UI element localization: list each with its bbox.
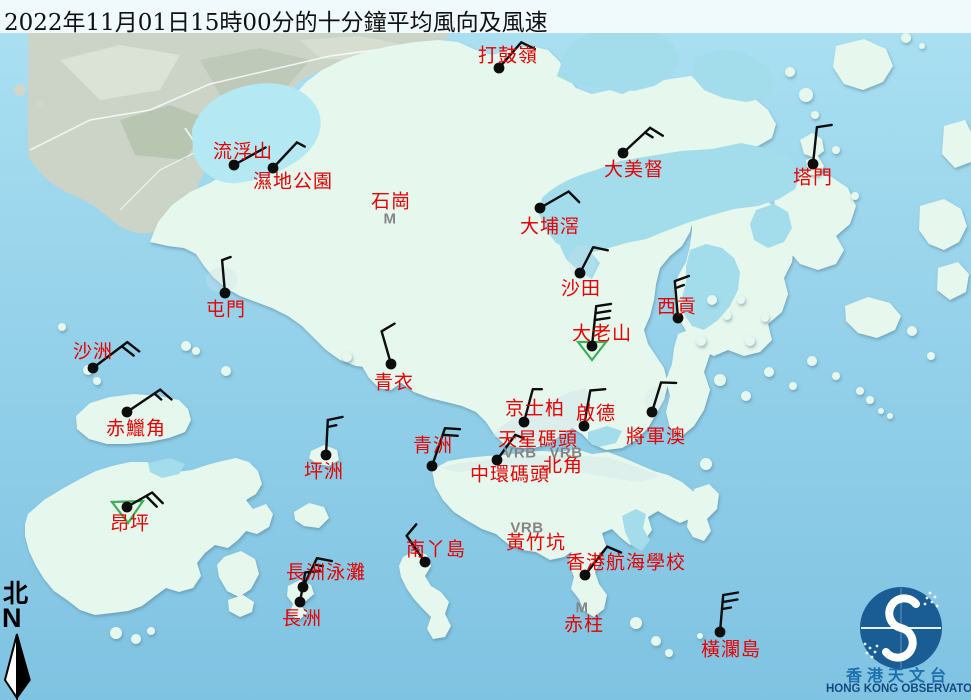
station-dot	[647, 407, 658, 418]
station-dot	[268, 163, 279, 174]
map-title: 2022年11月01日15時00分的十分鐘平均風向及風速	[4, 3, 548, 37]
north-label-en: N	[2, 605, 22, 632]
station-dot	[122, 502, 133, 513]
station-dot	[122, 407, 133, 418]
station-dot	[427, 461, 438, 472]
station-dot	[535, 203, 546, 214]
hko-name-en: HONG KONG OBSERVATORY	[826, 684, 971, 696]
station-dot	[88, 363, 99, 374]
hko-logo: 香港天文台 HONG KONG OBSERVATORY	[826, 583, 971, 700]
station-dot	[494, 63, 505, 74]
weather-wind-map: 打鼓嶺流浮山濕地公園大美督塔門石崗M大埔滘沙田屯門西貢大老山沙洲青衣赤鱲角京士柏…	[0, 0, 971, 700]
title-bar: 2022年11月01日15時00分的十分鐘平均風向及風速	[0, 0, 971, 33]
station-dot	[673, 313, 684, 324]
station-dot	[220, 288, 231, 299]
station-dot	[808, 159, 819, 170]
station-dot	[519, 417, 530, 428]
station-dot	[575, 268, 586, 279]
station-dot	[715, 627, 726, 638]
station-dot	[229, 160, 240, 171]
station-dot	[295, 597, 306, 608]
station-dot	[492, 455, 503, 466]
north-compass: 北 N	[0, 581, 44, 700]
station-dot	[587, 341, 598, 352]
hko-name-zh: 香港天文台	[826, 668, 971, 684]
station-dot	[580, 570, 591, 581]
station-dot	[579, 421, 590, 432]
station-dot	[386, 359, 397, 370]
station-dot	[321, 450, 332, 461]
station-dot	[618, 148, 629, 159]
station-dot	[420, 557, 431, 568]
